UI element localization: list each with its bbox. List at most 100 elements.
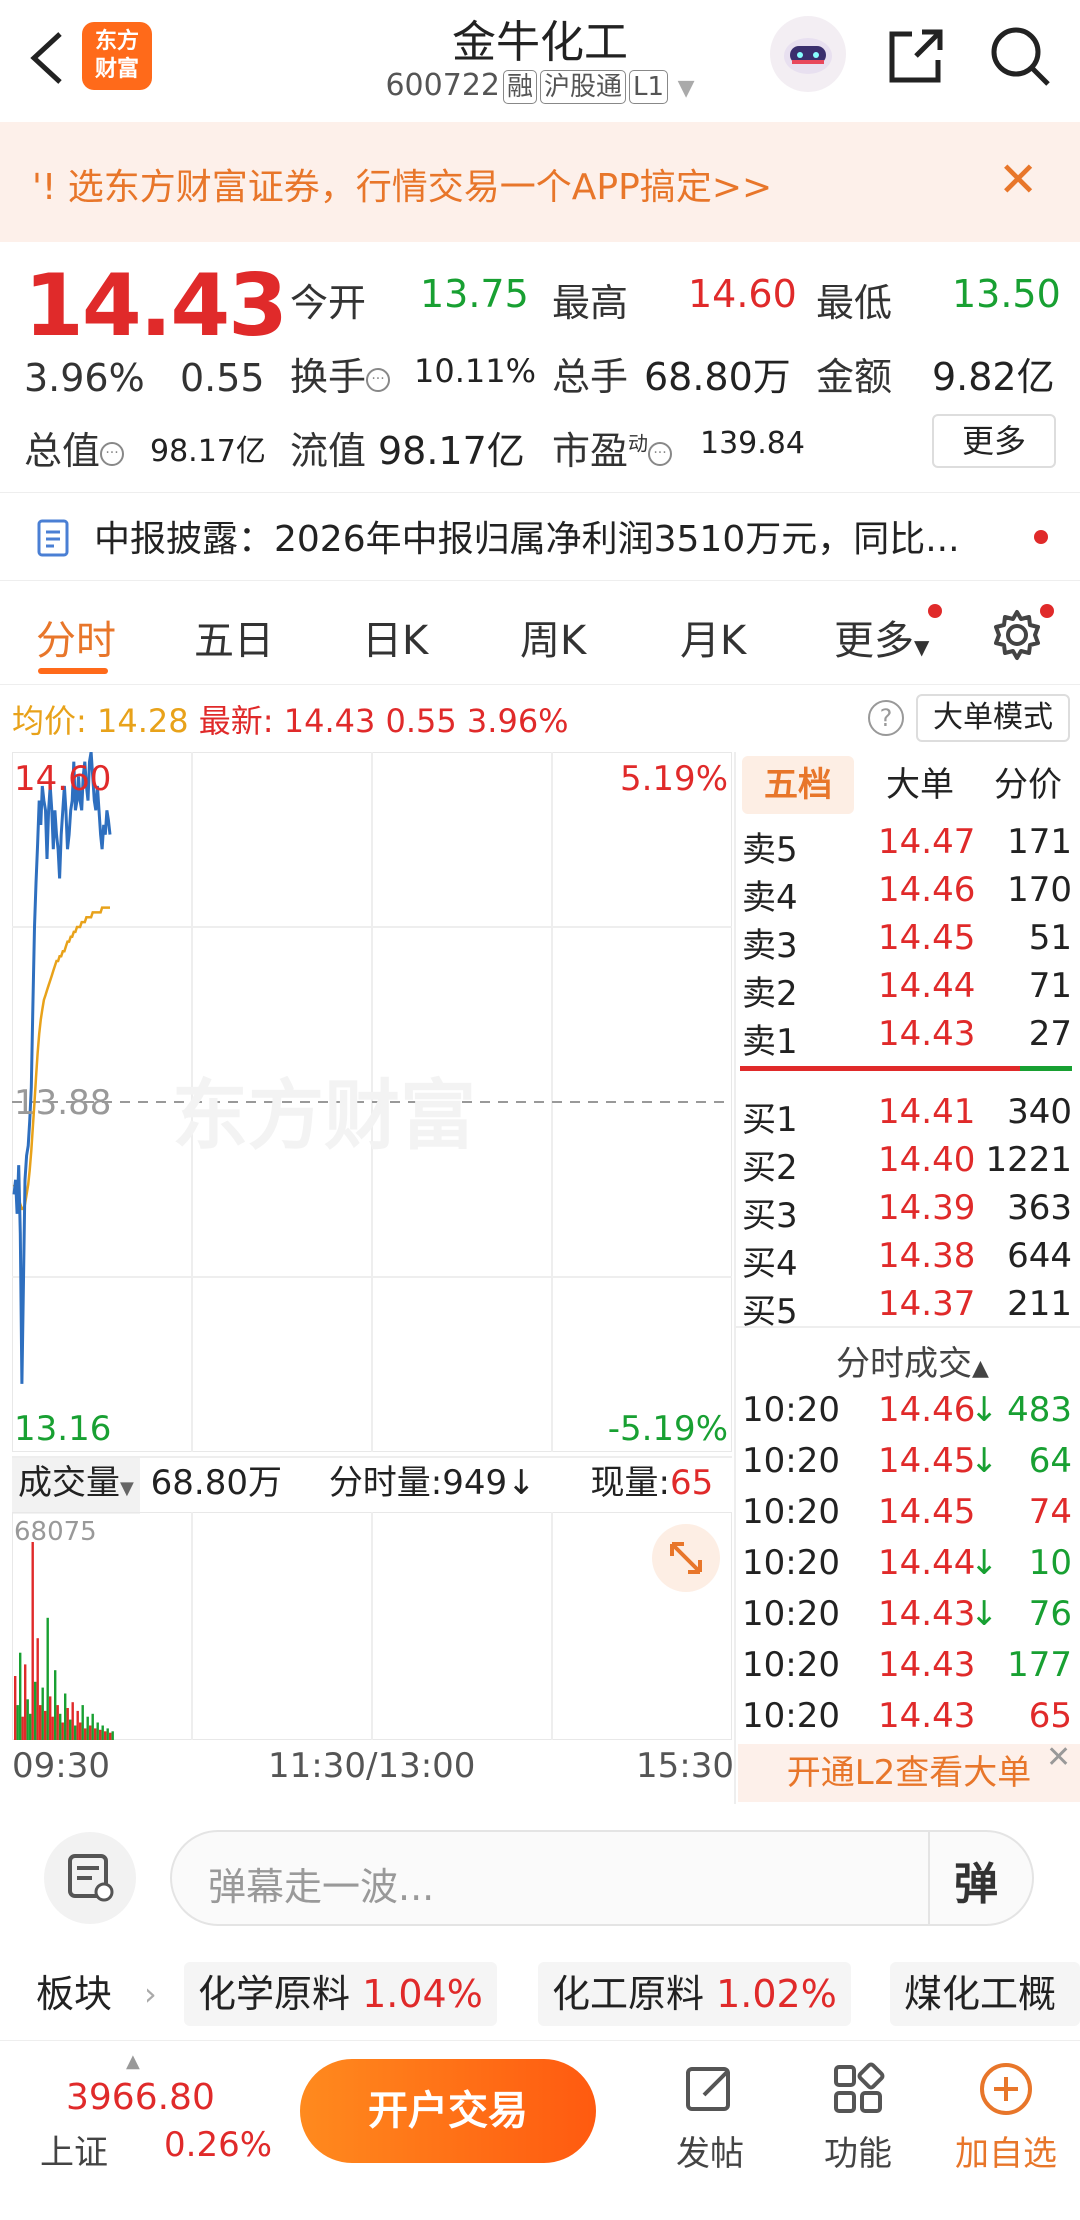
tag-level: L1 — [629, 70, 669, 104]
volume-header: 成交量▼ 68.80万 分时量:949↓ 现量:65 — [12, 1456, 732, 1514]
volume-bar — [76, 1710, 79, 1740]
volume-bar — [16, 1705, 19, 1740]
sell-level-2: 卖2 14.44 71 — [742, 966, 1072, 1014]
pe-sup: 动 — [628, 431, 649, 456]
edit-icon — [686, 2067, 730, 2111]
big-order-mode-button[interactable]: 大单模式 — [916, 694, 1070, 742]
danmaku-input[interactable]: 弹幕走一波... 弹 — [170, 1830, 1034, 1926]
report-notice[interactable]: 中报披露：2026年中报归属净利润3510万元，同比... — [0, 494, 1080, 580]
volume-bar — [24, 1664, 27, 1740]
tab-big-orders[interactable]: 大单 — [870, 756, 970, 814]
volume-bar — [84, 1728, 87, 1740]
report-text: 中报披露：2026年中报归属净利润3510万元，同比... — [94, 519, 960, 560]
volume-label: 总手 — [552, 355, 629, 399]
sector-chip[interactable]: 化学原料 1.04% — [184, 1962, 497, 2026]
danmaku-placeholder: 弹幕走一波... — [208, 1865, 435, 1909]
volume-type-dropdown[interactable]: 成交量▼ — [12, 1458, 140, 1514]
volume-bar — [74, 1725, 77, 1740]
trade-row: 10:20 14.46 ↓ 483 — [742, 1390, 1076, 1436]
settings-gear-icon[interactable] — [990, 608, 1044, 662]
volume-value: 68.80万 — [644, 355, 791, 399]
index-name: 上证 — [40, 2133, 108, 2173]
tab-price-distribution[interactable]: 分价 — [978, 756, 1078, 814]
sector-chip[interactable]: 化工原料 1.02% — [538, 1962, 851, 2026]
trade-price: 14.43 — [878, 1645, 976, 1685]
promo-message: 选东方财富证券，行情交易一个APP搞定>> — [67, 167, 773, 208]
level-volume: 27 — [1028, 1014, 1072, 1054]
level-price: 14.39 — [878, 1188, 976, 1228]
sector-chip[interactable]: 煤化工概 — [890, 1962, 1080, 2026]
trade-price: 14.45 — [878, 1492, 976, 1532]
info-icon[interactable]: ··· — [366, 367, 391, 392]
trade-time: 10:20 — [742, 1645, 840, 1685]
level-price: 14.45 — [878, 918, 976, 958]
level-price: 14.37 — [878, 1284, 976, 1324]
trade-time: 10:20 — [742, 1696, 840, 1736]
trade-volume: 177 — [1007, 1645, 1072, 1685]
volume-bar — [104, 1731, 107, 1740]
tab-monthly-k[interactable]: 月K — [680, 608, 746, 666]
pe-value: 139.84 — [700, 426, 805, 461]
volume-bar — [14, 1676, 17, 1740]
volume-chart[interactable]: 68075 — [12, 1512, 732, 1740]
mktcap-value: 98.17亿 — [150, 434, 266, 469]
divider — [0, 492, 1080, 493]
trade-row: 10:20 14.43 ↓ 76 — [742, 1594, 1076, 1640]
level-volume: 170 — [1007, 870, 1072, 910]
search-icon[interactable] — [988, 24, 1052, 88]
bottom-bar: ▲ 3966.80 上证 0.26% 开户交易 发帖 功能 加自选 — [0, 2040, 1080, 2220]
document-icon — [37, 519, 69, 557]
time-label-mid: 11:30/13:00 — [268, 1746, 476, 1786]
y-bottom-label: 13.16 — [14, 1409, 111, 1449]
tab-five-levels[interactable]: 五档 — [742, 756, 854, 814]
tab-more-label: 更多 — [834, 618, 914, 664]
level-volume: 1221 — [985, 1140, 1072, 1180]
share-icon[interactable] — [884, 24, 948, 88]
info-icon[interactable]: ··· — [100, 441, 125, 466]
level-label: 卖1 — [742, 1022, 798, 1062]
volume-bar — [41, 1687, 44, 1740]
volume-bar — [71, 1702, 74, 1740]
level-label: 买2 — [742, 1148, 798, 1188]
comment-settings-button[interactable] — [44, 1832, 136, 1924]
more-button[interactable]: 更多 — [932, 414, 1056, 468]
trade-time: 10:20 — [742, 1492, 840, 1532]
notice-dot — [928, 604, 942, 618]
index-value[interactable]: 3966.80 — [66, 2077, 215, 2118]
tab-five-day[interactable]: 五日 — [194, 608, 274, 666]
turnover-label: 换手 ··· — [290, 346, 391, 401]
tab-daily-k[interactable]: 日K — [362, 608, 428, 666]
trade-row: 10:20 14.44 ↓ 10 — [742, 1543, 1076, 1589]
volume-bar — [86, 1716, 89, 1740]
help-icon[interactable]: ? — [868, 700, 904, 736]
info-icon[interactable]: ··· — [648, 441, 673, 466]
promo-banner[interactable]: '! 选东方财富证券，行情交易一个APP搞定>> ✕ — [0, 122, 1080, 242]
danmaku-send-icon[interactable]: 弹 — [954, 1848, 998, 1912]
close-icon[interactable]: ✕ — [1046, 1740, 1071, 1775]
tab-weekly-k[interactable]: 周K — [520, 608, 586, 666]
notice-dot — [1040, 604, 1054, 618]
sector-pct: 1.02% — [716, 1972, 837, 2016]
open-account-button[interactable]: 开户交易 — [300, 2059, 596, 2163]
open-l2-button[interactable]: 开通L2查看大单 — [738, 1744, 1080, 1802]
unread-dot — [1034, 530, 1048, 544]
down-arrow-icon: ↓ — [970, 1441, 999, 1481]
chevron-right-icon[interactable]: › — [144, 1962, 157, 2026]
close-icon[interactable]: ✕ — [998, 156, 1038, 204]
trades-title-text: 分时成交 — [836, 1344, 972, 1384]
nav-function[interactable]: 功能 — [798, 2061, 918, 2175]
trade-volume: 76 — [1028, 1594, 1072, 1634]
nav-add-watchlist[interactable]: 加自选 — [946, 2061, 1066, 2175]
intraday-price-chart[interactable]: 东方财富 14.60 13.88 13.16 5.19% -5.19% — [12, 752, 732, 1452]
watermark: 东方财富 — [172, 1071, 476, 1160]
float-value: 98.17亿 — [378, 429, 525, 473]
comment-settings-icon — [68, 1854, 114, 1902]
nav-post-label: 发帖 — [676, 2134, 744, 2174]
volume-bar — [31, 1542, 34, 1740]
nav-post[interactable]: 发帖 — [650, 2061, 770, 2175]
dropdown-triangle-icon: ▼ — [120, 1478, 134, 1499]
tab-more[interactable]: 更多▼ — [834, 608, 929, 666]
tab-intraday[interactable]: 分时 — [36, 608, 116, 666]
robot-assistant-icon[interactable] — [770, 16, 846, 92]
trades-title[interactable]: 分时成交▲ — [836, 1336, 989, 1385]
